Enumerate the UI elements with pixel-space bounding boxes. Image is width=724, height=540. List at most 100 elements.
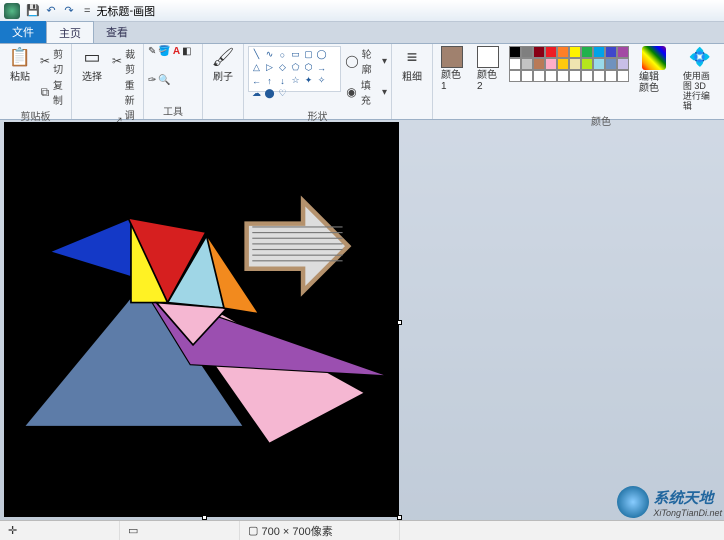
color-palette[interactable] — [509, 46, 629, 82]
color-swatch[interactable] — [533, 46, 545, 58]
paint3d-button[interactable]: 💠 使用画图 3D 进行编辑 — [683, 46, 717, 112]
color-swatch[interactable] — [581, 46, 593, 58]
outline-icon: ◯ — [345, 54, 358, 68]
outline-button[interactable]: ◯轮廓▾ — [345, 46, 387, 76]
color1-button[interactable]: 颜色 1 — [441, 46, 463, 92]
cut-button[interactable]: ✂剪切 — [40, 46, 67, 76]
watermark: 系统天地 XiTongTianDi.net — [617, 486, 722, 518]
status-dims: ▢ 700 × 700像素 — [240, 521, 400, 540]
color-swatch[interactable] — [509, 58, 521, 70]
weight-button[interactable]: ≡ 粗细 — [400, 46, 424, 83]
crop-icon: ✂ — [112, 54, 122, 68]
color-swatch[interactable] — [545, 70, 557, 82]
title-bar: 💾 ↶ ↷ = 无标题 - 画图 — [0, 0, 724, 22]
shapes-gallery[interactable]: ╲∿○▭▢◯△ ▷◇⬠⬡→←↑ ↓☆✦✧☁⬤♡ — [248, 46, 341, 92]
crop-button[interactable]: ✂裁剪 — [112, 46, 139, 76]
color-swatch[interactable] — [593, 70, 605, 82]
ribbon: 📋 粘贴 ✂剪切 ⧉复制 剪贴板 ▭ 选择 ✂裁剪 ⤢重新调整大小 ⟳旋转 图像 — [0, 44, 724, 120]
tab-view[interactable]: 查看 — [94, 21, 140, 43]
copy-icon: ⧉ — [40, 85, 50, 99]
color-swatch[interactable] — [581, 58, 593, 70]
color-swatch[interactable] — [557, 46, 569, 58]
color-swatch[interactable] — [521, 46, 533, 58]
color-swatch[interactable] — [605, 70, 617, 82]
edit-colors-button[interactable]: 编辑颜色 — [639, 46, 669, 94]
select-label: 选择 — [82, 72, 102, 83]
canvas-area[interactable] — [4, 122, 399, 517]
color2-button[interactable]: 颜色 2 — [477, 46, 499, 92]
color-swatch[interactable] — [509, 46, 521, 58]
brush-button[interactable]: 🖌 刷子 — [211, 46, 235, 83]
brush-label: 刷子 — [213, 72, 233, 83]
eraser-icon[interactable]: ◧ — [182, 46, 191, 57]
group-brush: 🖌 刷子 — [203, 44, 244, 119]
color-swatch[interactable] — [545, 46, 557, 58]
color-swatch[interactable] — [569, 58, 581, 70]
tab-file[interactable]: 文件 — [0, 21, 46, 43]
redo-icon[interactable]: ↷ — [62, 4, 76, 18]
color1-swatch — [441, 46, 463, 68]
color-swatch[interactable] — [605, 58, 617, 70]
fill-button[interactable]: ◉填充▾ — [345, 77, 387, 107]
watermark-url: XiTongTianDi.net — [653, 508, 722, 518]
app-icon — [4, 3, 20, 19]
color-swatch[interactable] — [569, 70, 581, 82]
zoom-icon[interactable]: 🔍 — [158, 75, 170, 86]
save-icon[interactable]: 💾 — [26, 4, 40, 18]
weight-icon: ≡ — [400, 46, 424, 70]
color-swatch[interactable] — [509, 70, 521, 82]
canvas-size-icon: ▢ — [248, 524, 258, 537]
select-icon: ▭ — [80, 46, 104, 70]
color-swatch[interactable] — [581, 70, 593, 82]
paste-icon: 📋 — [8, 46, 32, 70]
tab-home[interactable]: 主页 — [46, 21, 94, 43]
color-swatch[interactable] — [533, 58, 545, 70]
group-image: ▭ 选择 ✂裁剪 ⤢重新调整大小 ⟳旋转 图像 — [72, 44, 144, 119]
group-weight: ≡ 粗细 — [392, 44, 433, 119]
fill-icon[interactable]: 🪣 — [158, 46, 170, 57]
color-swatch[interactable] — [521, 58, 533, 70]
color-swatch[interactable] — [521, 70, 533, 82]
color-swatch[interactable] — [533, 70, 545, 82]
group-tools: ✎ 🪣 A ◧ ✑ 🔍 工具 — [144, 44, 203, 119]
text-icon[interactable]: A — [173, 46, 180, 57]
select-button[interactable]: ▭ 选择 — [80, 46, 104, 83]
color-swatch[interactable] — [557, 58, 569, 70]
color-swatch[interactable] — [569, 46, 581, 58]
paint3d-icon: 💠 — [688, 46, 712, 70]
edit-colors-icon — [642, 46, 666, 70]
color-swatch[interactable] — [545, 58, 557, 70]
color-swatch[interactable] — [617, 46, 629, 58]
selection-icon: ▭ — [128, 524, 138, 537]
watermark-logo-icon — [617, 486, 649, 518]
brush-icon: 🖌 — [211, 46, 235, 70]
window-title-app: 画图 — [133, 3, 155, 19]
copy-button[interactable]: ⧉复制 — [40, 77, 67, 107]
color2-swatch — [477, 46, 499, 68]
resize-handle-e[interactable] — [397, 320, 402, 325]
ribbon-tabs: 文件 主页 查看 — [0, 22, 724, 44]
group-tools-label: 工具 — [148, 102, 198, 119]
status-pos: ✛ — [0, 521, 120, 540]
color-swatch[interactable] — [617, 58, 629, 70]
color-swatch[interactable] — [617, 70, 629, 82]
status-bar: ✛ ▭ ▢ 700 × 700像素 — [0, 520, 724, 540]
group-colors: 颜色 1 颜色 2 编辑颜色 💠 使用画图 3D 进行编辑 i 产品提醒 颜色 — [433, 44, 724, 119]
group-clipboard: 📋 粘贴 ✂剪切 ⧉复制 剪贴板 — [0, 44, 72, 119]
undo-icon[interactable]: ↶ — [44, 4, 58, 18]
paste-button[interactable]: 📋 粘贴 — [8, 46, 32, 83]
fillshape-icon: ◉ — [345, 85, 358, 99]
color-swatch[interactable] — [593, 46, 605, 58]
picker-icon[interactable]: ✑ — [148, 75, 156, 86]
crosshair-icon: ✛ — [8, 524, 17, 537]
status-sel: ▭ — [120, 521, 240, 540]
cut-icon: ✂ — [40, 54, 50, 68]
color-swatch[interactable] — [557, 70, 569, 82]
title-separator: = — [84, 5, 90, 17]
color-swatch[interactable] — [593, 58, 605, 70]
pencil-icon[interactable]: ✎ — [148, 46, 156, 57]
color-swatch[interactable] — [605, 46, 617, 58]
canvas-drawing — [4, 122, 399, 517]
window-title-doc: 无标题 — [96, 3, 129, 19]
group-colors-label: 颜色 — [437, 112, 724, 129]
